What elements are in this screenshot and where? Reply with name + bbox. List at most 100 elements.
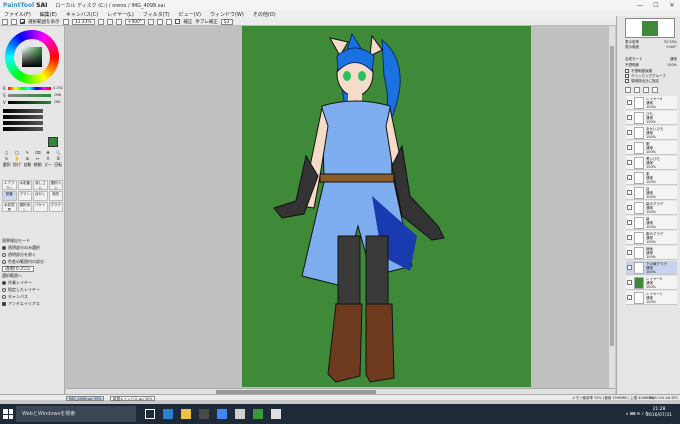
- doc-tab-active[interactable]: IMG_4098.sai 33%: [66, 396, 105, 401]
- layer-item[interactable]: 肌通常 100%: [626, 171, 677, 185]
- opacity-row[interactable]: 不透明度 100%: [625, 63, 677, 67]
- merge-icon[interactable]: [643, 87, 649, 93]
- layer-item-selected[interactable]: 下の線グラデ 通常 100%: [626, 261, 677, 275]
- windows-start-icon[interactable]: [3, 409, 13, 419]
- checkbox-icon[interactable]: [625, 74, 629, 78]
- checkbox-icon[interactable]: [2, 301, 6, 306]
- new-folder-icon[interactable]: [634, 87, 640, 93]
- radio-icon[interactable]: [2, 294, 6, 299]
- clipping-row[interactable]: クリッピンググループ: [625, 74, 677, 78]
- layer-item[interactable]: レイヤー4 通常 100%: [626, 96, 677, 110]
- brush-brush[interactable]: ブラシ: [17, 191, 32, 201]
- zoom-field[interactable]: 33.33%: [71, 18, 95, 25]
- visibility-icon[interactable]: [627, 175, 632, 180]
- brush-finger[interactable]: 指先: [48, 191, 63, 201]
- brush-pencil[interactable]: 鉛筆: [2, 191, 17, 201]
- value-track[interactable]: [8, 100, 51, 104]
- delete-layer-icon[interactable]: [652, 87, 658, 93]
- nav-angle-row[interactable]: 表示角度 +000°: [625, 45, 677, 49]
- show-selection-checkbox[interactable]: [20, 19, 25, 24]
- stabilizer-checkbox[interactable]: [175, 19, 181, 24]
- radio-icon[interactable]: [2, 245, 6, 250]
- tool-label-move[interactable]: 移動: [33, 162, 42, 167]
- angle-field[interactable]: +000°: [124, 18, 146, 25]
- layer-item[interactable]: 黒いひも 通常 100%: [626, 156, 677, 170]
- slider-v[interactable]: V 061: [3, 100, 61, 105]
- layer-item[interactable]: 髪通常 100%: [626, 216, 677, 230]
- flip-icon[interactable]: [166, 18, 173, 25]
- swatch-row-3[interactable]: [3, 121, 43, 125]
- ellipse-select-icon[interactable]: ◯: [12, 150, 21, 155]
- undo-icon[interactable]: [2, 18, 8, 25]
- brush-airbrush[interactable]: エアブラシ: [2, 180, 17, 190]
- option-threshold[interactable]: 透明(0-255): [2, 265, 63, 272]
- explorer-icon[interactable]: [181, 409, 191, 419]
- redo-icon[interactable]: [11, 18, 17, 25]
- sai-task-icon[interactable]: [271, 409, 281, 419]
- navigator[interactable]: [625, 18, 675, 38]
- radio-icon[interactable]: [2, 259, 6, 264]
- option-color-range[interactable]: 色差の範囲内の部分: [2, 258, 63, 265]
- chrome-icon[interactable]: [217, 409, 227, 419]
- rotate-left-icon[interactable]: [115, 18, 122, 25]
- vertical-scrollbar[interactable]: [609, 26, 615, 388]
- store-icon[interactable]: [199, 409, 209, 419]
- close-button[interactable]: ✕: [664, 0, 680, 10]
- system-tray[interactable]: ∧ ⌨ ✉ ♪ A: [626, 411, 648, 416]
- layer-item[interactable]: 服通常 100%: [626, 141, 677, 155]
- stabilizer-select[interactable]: S3: [220, 18, 233, 25]
- blend-mode-row[interactable]: 合成モード 通常: [625, 57, 677, 61]
- brush-eraser[interactable]: 消しゴム: [33, 180, 48, 190]
- visibility-icon[interactable]: [627, 130, 632, 135]
- menu-layer[interactable]: レイヤー(L): [107, 11, 134, 18]
- current-color-swatch[interactable]: [48, 137, 58, 147]
- pen-icon[interactable]: ✎: [23, 150, 32, 155]
- visibility-icon[interactable]: [627, 235, 632, 240]
- new-layer-icon[interactable]: [625, 87, 631, 93]
- canvas-area[interactable]: [66, 26, 615, 388]
- visibility-icon[interactable]: [627, 190, 632, 195]
- move-icon[interactable]: ✥: [43, 150, 52, 155]
- app-icon[interactable]: [235, 409, 245, 419]
- radio-icon[interactable]: [2, 252, 6, 257]
- flip-icon[interactable]: ↔: [33, 156, 42, 161]
- radio-icon[interactable]: [2, 280, 6, 285]
- layer-item[interactable]: ひも 通常 100%: [626, 111, 677, 125]
- saturation-track[interactable]: [8, 93, 51, 97]
- layer-item[interactable]: 服のグラデ 通常 100%: [626, 231, 677, 245]
- saturation-value-square[interactable]: [22, 47, 42, 67]
- layer-item[interactable]: あかいひも 通常 100%: [626, 126, 677, 140]
- detect-source-row[interactable]: 領域検出元に指定: [625, 79, 677, 83]
- doc-tab[interactable]: 新規キャンバス.sai 50%: [110, 396, 156, 401]
- layer-item[interactable]: レイヤー5 通常 100%: [626, 276, 677, 290]
- swatch-row-2[interactable]: [3, 115, 43, 119]
- tool-label-magic[interactable]: 自動選択: [23, 162, 32, 167]
- zoom-in-icon[interactable]: [97, 18, 104, 25]
- visibility-icon[interactable]: [627, 160, 632, 165]
- visibility-icon[interactable]: [627, 280, 632, 285]
- tool-label-zoom[interactable]: ズーム: [43, 162, 52, 167]
- visibility-icon[interactable]: [627, 265, 632, 270]
- drawing-canvas[interactable]: [242, 26, 531, 387]
- nav-zoom-row[interactable]: 表示倍率 33.33%: [625, 40, 677, 44]
- color-wheel[interactable]: [5, 30, 59, 84]
- swatch-row-1[interactable]: [3, 109, 43, 113]
- menu-file[interactable]: ファイル(F): [4, 11, 31, 18]
- brush-gradient[interactable]: グラデ: [48, 202, 63, 212]
- line-icon[interactable]: [253, 409, 263, 419]
- swatch-row-4[interactable]: [3, 127, 43, 131]
- rotate-right-icon[interactable]: [148, 18, 155, 25]
- vertical-scroll-thumb[interactable]: [610, 46, 614, 346]
- tool-label-rotate[interactable]: 回転: [54, 162, 63, 167]
- primary-color-icon[interactable]: A: [43, 156, 52, 161]
- checkbox-icon[interactable]: [625, 69, 629, 73]
- grid-icon[interactable]: ⊞: [23, 156, 32, 161]
- visibility-icon[interactable]: [627, 145, 632, 150]
- visibility-icon[interactable]: [627, 115, 632, 120]
- task-view-icon[interactable]: [145, 409, 155, 419]
- rotate-reset-icon[interactable]: [157, 18, 164, 25]
- option-transparent-only[interactable]: 透明部分のみ選択: [2, 244, 63, 251]
- protect-opacity-row[interactable]: 不透明度保護: [625, 69, 677, 73]
- slider-s[interactable]: S 098: [3, 93, 61, 98]
- menu-other[interactable]: その他(O): [253, 11, 276, 18]
